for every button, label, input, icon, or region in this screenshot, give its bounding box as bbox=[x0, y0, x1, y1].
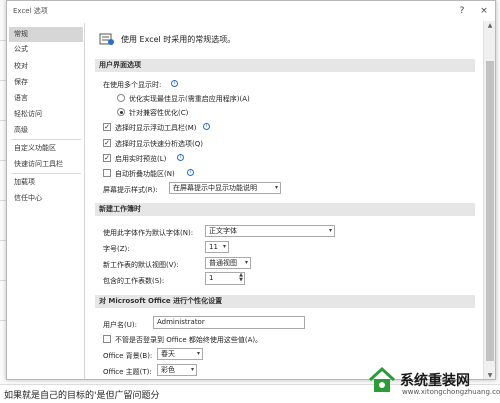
default-view-label: 新工作表的默认视图(V): bbox=[103, 261, 179, 269]
help-button[interactable]: ? bbox=[455, 4, 469, 18]
scrollbar-thumb[interactable] bbox=[486, 61, 494, 361]
office-theme-value: 彩色 bbox=[161, 366, 175, 374]
font-size-value: 11 bbox=[209, 243, 218, 251]
sidebar-item-advanced[interactable]: 高级 bbox=[9, 123, 83, 138]
username-field[interactable]: Administrator bbox=[153, 316, 305, 329]
radio-optimize-appearance[interactable] bbox=[117, 94, 125, 102]
sidebar-separator bbox=[11, 139, 81, 140]
dialog-title: Excel 选项 bbox=[13, 7, 48, 15]
sheet-count-value: 1 bbox=[209, 274, 214, 282]
radio-compat-label[interactable]: 针对兼容性优化(C) bbox=[129, 108, 188, 118]
options-sidebar: 常规 公式 校对 保存 语言 轻松访问 高级 自定义功能区 快速访问工具栏 加载… bbox=[7, 23, 85, 379]
font-size-label: 字号(Z): bbox=[103, 245, 130, 253]
section-personalize-office: 对 Microsoft Office 进行个性化设置 bbox=[95, 295, 475, 308]
general-options-icon bbox=[99, 33, 114, 45]
default-font-label: 使用此字体作为默认字体(N): bbox=[103, 229, 194, 237]
screentip-label: 屏幕提示样式(R): bbox=[103, 186, 158, 194]
checkbox-quick-analysis[interactable]: ✓ bbox=[103, 139, 111, 147]
chevron-down-icon: ▾ bbox=[196, 350, 200, 357]
screentip-select[interactable]: 在屏幕提示中显示功能说明 ▾ bbox=[169, 182, 281, 194]
chevron-down-icon: ▾ bbox=[190, 366, 194, 373]
office-theme-label: Office 主题(T): bbox=[103, 368, 152, 376]
spin-arrows-icon[interactable]: ▲ ▼ bbox=[239, 273, 243, 283]
radio-optimize-label[interactable]: 优化实现最佳显示(需重启应用程序)(A) bbox=[129, 94, 250, 104]
checkbox-always-use-values[interactable] bbox=[103, 335, 111, 343]
default-font-select[interactable]: 正文字体 ▾ bbox=[205, 225, 335, 237]
page-header: 使用 Excel 时采用的常规选项。 bbox=[121, 35, 236, 44]
watermark-url: www.xitongchongzhuang.com bbox=[402, 388, 500, 396]
checkbox-mini-toolbar-label[interactable]: 选择时显示浮动工具栏(M) bbox=[115, 123, 197, 133]
multi-display-label: 在使用多个显示时: bbox=[103, 81, 162, 89]
scroll-up-icon[interactable]: ▲ bbox=[484, 21, 495, 31]
excel-options-dialog: Excel 选项 ? × 常规 公式 校对 保存 语言 轻松访问 高级 自定义功… bbox=[6, 0, 496, 380]
info-icon[interactable]: i bbox=[177, 154, 184, 161]
sidebar-item-trust-center[interactable]: 信任中心 bbox=[9, 191, 83, 206]
office-background-select[interactable]: 春天 ▾ bbox=[157, 348, 203, 360]
sidebar-item-general[interactable]: 常规 bbox=[9, 27, 83, 42]
checkbox-collapse-ribbon-label[interactable]: 自动折叠功能区(N) bbox=[115, 169, 175, 179]
screentip-value: 在屏幕提示中显示功能说明 bbox=[173, 184, 257, 192]
info-icon[interactable]: i bbox=[171, 80, 178, 87]
watermark-logo: 系统重装网 www.xitongchongzhuang.com bbox=[360, 360, 500, 402]
info-icon[interactable]: i bbox=[187, 169, 194, 176]
font-size-select[interactable]: 11 ▾ bbox=[205, 241, 229, 253]
default-view-select[interactable]: 普通视图 ▾ bbox=[205, 257, 251, 269]
dialog-titlebar: Excel 选项 ? × bbox=[7, 1, 495, 21]
checkbox-live-preview[interactable]: ✓ bbox=[103, 154, 111, 162]
checkbox-collapse-ribbon[interactable] bbox=[103, 169, 111, 177]
sheet-count-label: 包含的工作表数(S): bbox=[103, 277, 165, 285]
checkbox-mini-toolbar[interactable]: ✓ bbox=[103, 123, 111, 131]
background-text: 如果就是自己的目标的'是但广留问题分 bbox=[4, 391, 160, 401]
office-theme-select[interactable]: 彩色 ▾ bbox=[157, 364, 197, 376]
chevron-down-icon: ▾ bbox=[244, 259, 248, 266]
sidebar-item-quick-access-toolbar[interactable]: 快速访问工具栏 bbox=[9, 157, 83, 172]
section-ui-options: 用户界面选项 bbox=[95, 59, 475, 72]
default-font-value: 正文字体 bbox=[209, 227, 237, 235]
chevron-down-icon: ▾ bbox=[222, 243, 226, 250]
watermark-text: 系统重装网 bbox=[400, 373, 470, 389]
radio-optimize-compatibility[interactable] bbox=[117, 108, 125, 116]
office-background-label: Office 背景(B): bbox=[103, 352, 153, 360]
content-scrollbar[interactable]: ▲ ▼ bbox=[483, 21, 495, 379]
sidebar-item-formulas[interactable]: 公式 bbox=[9, 42, 83, 57]
sheet-count-stepper[interactable]: 1 ▲ ▼ bbox=[205, 272, 245, 285]
default-view-value: 普通视图 bbox=[209, 259, 237, 267]
sidebar-separator bbox=[11, 173, 81, 174]
office-background-value: 春天 bbox=[161, 350, 175, 358]
chevron-down-icon: ▾ bbox=[328, 227, 332, 234]
username-value: Administrator bbox=[157, 318, 205, 326]
watermark-house-icon bbox=[368, 366, 396, 392]
sidebar-item-proofing[interactable]: 校对 bbox=[9, 59, 83, 74]
close-button[interactable]: × bbox=[477, 4, 491, 18]
section-new-workbook: 新建工作簿时 bbox=[95, 203, 475, 216]
sidebar-item-accessibility[interactable]: 轻松访问 bbox=[9, 107, 83, 122]
options-content: 使用 Excel 时采用的常规选项。 用户界面选项 在使用多个显示时: i 优化… bbox=[87, 21, 481, 379]
always-use-values-label[interactable]: 不管是否登录到 Office 都始终使用这些值(A)。 bbox=[115, 335, 262, 345]
username-label: 用户名(U): bbox=[103, 321, 137, 329]
sidebar-item-addins[interactable]: 加载项 bbox=[9, 175, 83, 190]
sidebar-item-save[interactable]: 保存 bbox=[9, 75, 83, 90]
sidebar-item-language[interactable]: 语言 bbox=[9, 91, 83, 106]
checkbox-live-preview-label[interactable]: 启用实时预览(L) bbox=[115, 154, 166, 164]
sidebar-item-customize-ribbon[interactable]: 自定义功能区 bbox=[9, 141, 83, 156]
info-icon[interactable]: i bbox=[203, 123, 210, 130]
chevron-down-icon: ▾ bbox=[274, 184, 278, 191]
checkbox-quick-analysis-label[interactable]: 选择时显示快速分析选项(Q) bbox=[115, 139, 203, 149]
